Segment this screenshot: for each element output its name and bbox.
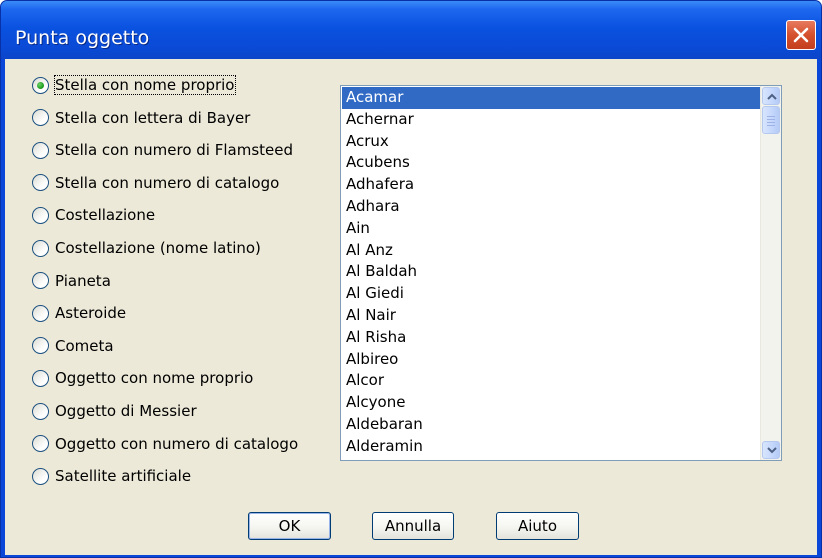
radio-button[interactable] bbox=[32, 467, 49, 485]
radio-label: Pianeta bbox=[55, 271, 111, 290]
radio-option[interactable]: Pianeta bbox=[32, 269, 111, 293]
scroll-down-button[interactable] bbox=[762, 441, 780, 459]
thumb-grip bbox=[767, 125, 775, 126]
close-button[interactable] bbox=[786, 20, 816, 50]
radio-option[interactable]: Asteroide bbox=[32, 301, 126, 325]
list-item[interactable]: Acubens bbox=[342, 152, 761, 174]
radio-button[interactable] bbox=[32, 109, 49, 127]
list-item[interactable]: Adhara bbox=[342, 196, 761, 218]
object-listbox[interactable]: Acamar Achernar Acrux Acubens Adhafera Adhara… bbox=[340, 85, 782, 461]
help-button[interactable]: Aiuto bbox=[496, 512, 579, 540]
radio-button[interactable] bbox=[32, 174, 49, 192]
chevron-up-icon bbox=[767, 93, 777, 100]
window-title: Punta oggetto bbox=[15, 27, 150, 49]
radio-label: Costellazione (nome latino) bbox=[55, 239, 261, 257]
radio-button[interactable] bbox=[32, 76, 49, 94]
radio-label: Stella con numero di catalogo bbox=[55, 173, 280, 192]
radio-button[interactable] bbox=[32, 304, 49, 322]
list-item[interactable]: Al Nair bbox=[342, 305, 761, 327]
list-item[interactable]: Ain bbox=[342, 218, 761, 240]
radio-button[interactable] bbox=[32, 206, 49, 224]
radio-option[interactable]: Oggetto con numero di catalogo bbox=[32, 432, 298, 456]
radio-label: Oggetto di Messier bbox=[55, 402, 197, 420]
radio-option[interactable]: Stella con numero di catalogo bbox=[32, 171, 279, 195]
radio-button[interactable] bbox=[32, 272, 49, 290]
list-item[interactable]: Achernar bbox=[342, 109, 761, 131]
title-bar[interactable]: Punta oggetto bbox=[1, 1, 821, 59]
thumb-grip bbox=[767, 116, 775, 117]
scroll-up-button[interactable] bbox=[762, 87, 780, 105]
chevron-down-icon bbox=[767, 447, 777, 454]
radio-button[interactable] bbox=[32, 141, 49, 159]
list-item[interactable]: Al Anz bbox=[342, 240, 761, 262]
radio-option[interactable]: Stella con nome proprio bbox=[32, 73, 236, 97]
radio-option[interactable]: Stella con numero di Flamsteed bbox=[32, 138, 293, 162]
list-item[interactable]: Aldebaran bbox=[342, 414, 761, 436]
radio-option[interactable]: Costellazione bbox=[32, 203, 155, 227]
radio-option[interactable]: Stella con lettera di Bayer bbox=[32, 106, 250, 130]
radio-option[interactable]: Oggetto con nome proprio bbox=[32, 366, 253, 390]
list-item[interactable]: Alcor bbox=[342, 370, 761, 392]
dialog-body: Stella con nome proprio Stella con letter… bbox=[5, 59, 817, 555]
radio-option[interactable]: Satellite artificiale bbox=[32, 464, 191, 488]
radio-label: Oggetto con numero di catalogo bbox=[55, 434, 299, 453]
radio-label: Cometa bbox=[55, 336, 114, 355]
radio-label: Oggetto con nome proprio bbox=[55, 369, 254, 388]
radio-label: Stella con nome proprio bbox=[54, 75, 236, 95]
list-item[interactable]: Acrux bbox=[342, 131, 761, 153]
list-item[interactable]: Al Baldah bbox=[342, 261, 761, 283]
dialog-window: Punta oggetto Stella con nome proprio Ste… bbox=[0, 0, 822, 558]
radio-label: Satellite artificiale bbox=[55, 467, 192, 486]
scroll-thumb[interactable] bbox=[762, 106, 780, 134]
radio-button[interactable] bbox=[32, 239, 49, 257]
radio-label: Stella con lettera di Bayer bbox=[55, 108, 251, 127]
list-item[interactable]: Acamar bbox=[342, 87, 761, 109]
radio-label: Costellazione bbox=[55, 206, 156, 225]
radio-label: Stella con numero di Flamsteed bbox=[55, 141, 293, 160]
ok-button[interactable]: OK bbox=[248, 512, 331, 540]
list-item[interactable]: Albireo bbox=[342, 349, 761, 371]
radio-option[interactable]: Oggetto di Messier bbox=[32, 399, 197, 423]
vertical-scrollbar[interactable] bbox=[760, 86, 781, 460]
cancel-button[interactable]: Annulla bbox=[372, 512, 454, 540]
list-item[interactable]: Alcyone bbox=[342, 392, 761, 414]
list-item[interactable]: Al Risha bbox=[342, 327, 761, 349]
radio-button[interactable] bbox=[32, 402, 49, 420]
thumb-grip bbox=[767, 122, 775, 123]
object-list: Acamar Achernar Acrux Acubens Adhafera Adhara… bbox=[342, 87, 761, 458]
list-item[interactable]: Adhafera bbox=[342, 174, 761, 196]
thumb-grip bbox=[767, 119, 775, 120]
radio-option[interactable]: Costellazione (nome latino) bbox=[32, 236, 261, 260]
radio-button[interactable] bbox=[32, 435, 49, 453]
radio-option[interactable]: Cometa bbox=[32, 334, 114, 358]
radio-label: Asteroide bbox=[55, 304, 127, 323]
list-item[interactable]: Al Giedi bbox=[342, 283, 761, 305]
list-item[interactable]: Alderamin bbox=[342, 436, 761, 458]
radio-button[interactable] bbox=[32, 337, 49, 355]
radio-button[interactable] bbox=[32, 369, 49, 387]
close-icon bbox=[793, 27, 809, 43]
